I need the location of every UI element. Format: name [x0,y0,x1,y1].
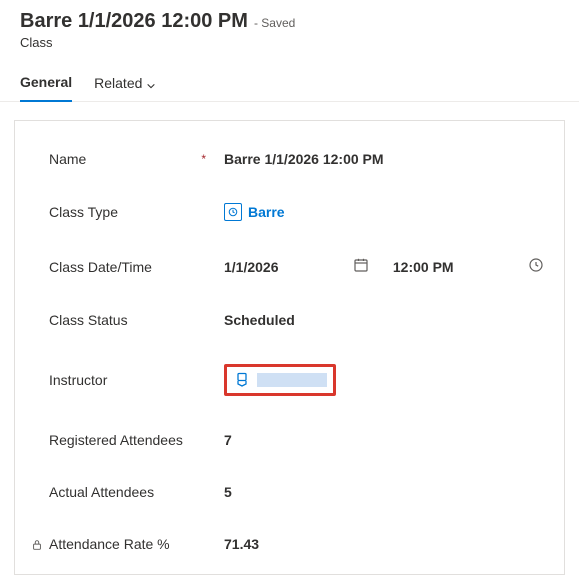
field-attendance-rate: Attendance Rate % 71.43 [49,536,544,552]
class-type-text: Barre [248,204,285,220]
field-actual-attendees: Actual Attendees 5 [49,484,544,500]
value-rate: 71.43 [224,536,544,552]
tab-general[interactable]: General [20,74,72,102]
tab-related-label: Related [94,75,142,91]
field-class-type: Class Type Barre [49,203,544,221]
form-panel: Name * Barre 1/1/2026 12:00 PM Class Typ… [14,120,565,575]
value-class-status[interactable]: Scheduled [224,312,544,328]
label-class-type: Class Type [49,204,118,220]
field-registered-attendees: Registered Attendees 7 [49,432,544,448]
label-class-status: Class Status [49,312,128,328]
actual-text: 5 [224,484,232,500]
label-registered: Registered Attendees [49,432,183,448]
instructor-redacted [257,373,327,387]
tab-related[interactable]: Related [94,74,156,101]
calendar-icon[interactable] [353,257,369,276]
required-indicator: * [201,152,206,166]
status-text: Scheduled [224,312,295,328]
page-title: Barre 1/1/2026 12:00 PM [20,10,248,33]
saved-indicator: - Saved [254,16,295,30]
label-rate: Attendance Rate % [49,536,170,552]
chevron-down-icon [146,78,156,88]
value-class-datetime[interactable]: 1/1/2026 12:00 PM [224,257,544,276]
lock-icon [31,538,43,550]
label-instructor: Instructor [49,372,107,388]
class-type-entity-icon [224,203,242,221]
instructor-highlight-box [224,364,336,396]
field-class-status: Class Status Scheduled [49,312,544,328]
label-class-datetime: Class Date/Time [49,259,152,275]
value-instructor[interactable] [224,364,544,396]
field-instructor: Instructor [49,364,544,396]
field-name: Name * Barre 1/1/2026 12:00 PM [49,151,544,167]
value-name[interactable]: Barre 1/1/2026 12:00 PM [224,151,544,167]
date-text: 1/1/2026 [224,259,279,275]
value-registered[interactable]: 7 [224,432,544,448]
entity-name: Class [20,35,559,50]
value-actual[interactable]: 5 [224,484,544,500]
person-icon [233,371,251,389]
clock-icon[interactable] [528,257,544,276]
value-class-type[interactable]: Barre [224,203,544,221]
registered-text: 7 [224,432,232,448]
tab-strip: General Related [0,58,579,102]
name-text: Barre 1/1/2026 12:00 PM [224,151,384,167]
rate-text: 71.43 [224,536,259,552]
tab-general-label: General [20,74,72,90]
label-actual: Actual Attendees [49,484,154,500]
time-text: 12:00 PM [393,259,454,275]
label-name: Name [49,151,86,167]
field-class-datetime: Class Date/Time 1/1/2026 12:00 PM [49,257,544,276]
